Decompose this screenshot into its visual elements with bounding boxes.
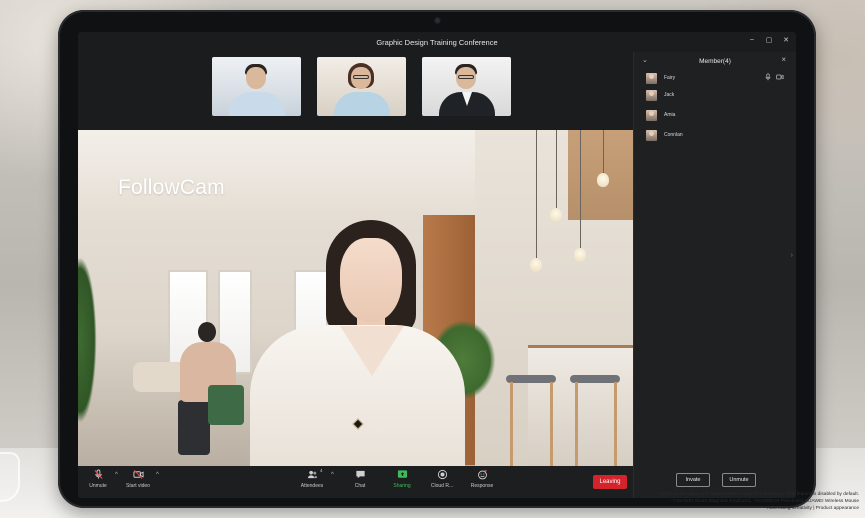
main-video-feed[interactable]: FollowCam — [78, 130, 633, 466]
pendant-bulb — [550, 208, 562, 222]
member-status-icons — [764, 73, 784, 81]
cloud-record-button[interactable]: Cloud R... — [422, 469, 462, 489]
pendant-bulb — [574, 248, 586, 262]
cloud-record-label: Cloud R... — [430, 483, 454, 489]
pendant-cord — [536, 130, 537, 260]
microphone-muted-icon — [93, 469, 103, 479]
close-icon[interactable]: ✕ — [782, 36, 790, 44]
participant-thumbnail[interactable] — [317, 57, 406, 116]
front-camera — [434, 17, 441, 24]
pendant-bulb — [530, 258, 542, 272]
background-person-legs — [178, 400, 210, 455]
stool-leg — [575, 382, 578, 466]
response-label: Response — [470, 483, 494, 489]
member-name: Jack — [664, 92, 675, 98]
stool-leg — [614, 382, 617, 466]
background-person-head — [198, 322, 216, 342]
tablet-device: Graphic Design Training Conference – ▢ ✕ — [58, 10, 816, 508]
avatar — [646, 129, 657, 141]
plant-left — [78, 230, 108, 450]
chevron-right-icon[interactable]: › — [791, 252, 793, 259]
record-icon — [437, 469, 447, 480]
stool-leg — [550, 382, 553, 466]
avatar — [646, 72, 657, 84]
start-video-label: Start video — [126, 483, 150, 489]
attendees-count: 4 — [320, 468, 323, 473]
member-name: Fairy — [664, 75, 676, 81]
member-row[interactable]: Fairy — [646, 71, 786, 85]
invite-button[interactable]: Invate — [676, 473, 710, 487]
chevron-up-icon[interactable]: ^ — [331, 472, 334, 478]
emoji-response-icon — [477, 469, 487, 480]
disclaimer-line: Advertising Creativity | Product appeara… — [766, 506, 859, 511]
disclaimer-line: * HUAWEI Smart Magnetic Keyboard、HUAWEI … — [671, 499, 859, 504]
maximize-icon[interactable]: ▢ — [765, 36, 773, 44]
share-screen-icon — [397, 470, 407, 478]
meeting-toolbar: Unmute ^ Start video ^ Attendees 4 ^ Cha… — [78, 466, 633, 498]
green-chair — [208, 385, 244, 425]
participant-thumbnails — [212, 57, 511, 116]
stool-leg — [510, 382, 513, 466]
window-controls: – ▢ ✕ — [748, 36, 790, 44]
unmute-button[interactable]: Unmute — [78, 469, 118, 489]
members-title: Member(4) — [699, 58, 731, 65]
followcam-label: FollowCam — [118, 176, 225, 199]
participant-thumbnail[interactable] — [212, 57, 301, 116]
bar-stool — [506, 375, 556, 383]
avatar — [646, 109, 657, 121]
disclaimer-text: * Only certain apps and Huawei tablets s… — [659, 491, 859, 512]
members-panel: ⌄ Member(4) × Fairy Jack Amia Connlan › — [633, 52, 796, 498]
member-row[interactable]: Jack — [646, 88, 786, 102]
kitchen-counter — [528, 345, 633, 466]
leave-meeting-button[interactable]: Leaving — [593, 475, 627, 489]
start-video-button[interactable]: Start video — [118, 469, 158, 489]
participant-body — [334, 92, 390, 116]
avatar — [646, 89, 657, 101]
participant-head — [246, 67, 266, 89]
pendant-cord — [556, 130, 557, 210]
attendees-icon — [307, 470, 317, 479]
member-row[interactable]: Amia — [646, 108, 786, 122]
participant-thumbnail[interactable] — [422, 57, 511, 116]
pendant-cord — [603, 130, 604, 175]
video-off-icon — [132, 470, 144, 479]
camera-icon[interactable] — [776, 73, 784, 81]
response-button[interactable]: Response — [462, 469, 502, 489]
participant-glasses — [353, 75, 369, 79]
window-title-bar: Graphic Design Training Conference – ▢ ✕ — [78, 32, 796, 52]
conference-app-screen: Graphic Design Training Conference – ▢ ✕ — [78, 32, 796, 498]
sharing-button[interactable]: Sharing — [382, 469, 422, 489]
attendees-label: Attendees — [300, 483, 324, 489]
close-icon[interactable]: × — [781, 55, 786, 64]
attendees-button[interactable]: Attendees — [292, 469, 332, 489]
window-title: Graphic Design Training Conference — [376, 37, 498, 47]
microphone-icon[interactable] — [764, 73, 772, 81]
chevron-up-icon[interactable]: ^ — [156, 472, 159, 478]
pendant-cord — [580, 130, 581, 250]
participant-glasses — [458, 75, 474, 79]
participant-body — [229, 92, 285, 116]
disclaimer-line: * Only certain apps and Huawei tablets s… — [658, 492, 859, 497]
minimize-icon[interactable]: – — [748, 36, 756, 44]
member-name: Amia — [664, 112, 676, 118]
unmute-label: Unmute — [89, 483, 107, 489]
chat-icon — [355, 470, 365, 479]
member-row[interactable]: Connlan — [646, 128, 786, 142]
speaker-face — [340, 238, 402, 322]
member-name: Connlan — [664, 132, 683, 138]
chat-button[interactable]: Chat — [340, 469, 380, 489]
chat-label: Chat — [354, 483, 366, 489]
pendant-bulb — [597, 173, 609, 187]
unmute-all-button[interactable]: Unmute — [722, 473, 756, 487]
sharing-label: Sharing — [393, 483, 411, 489]
